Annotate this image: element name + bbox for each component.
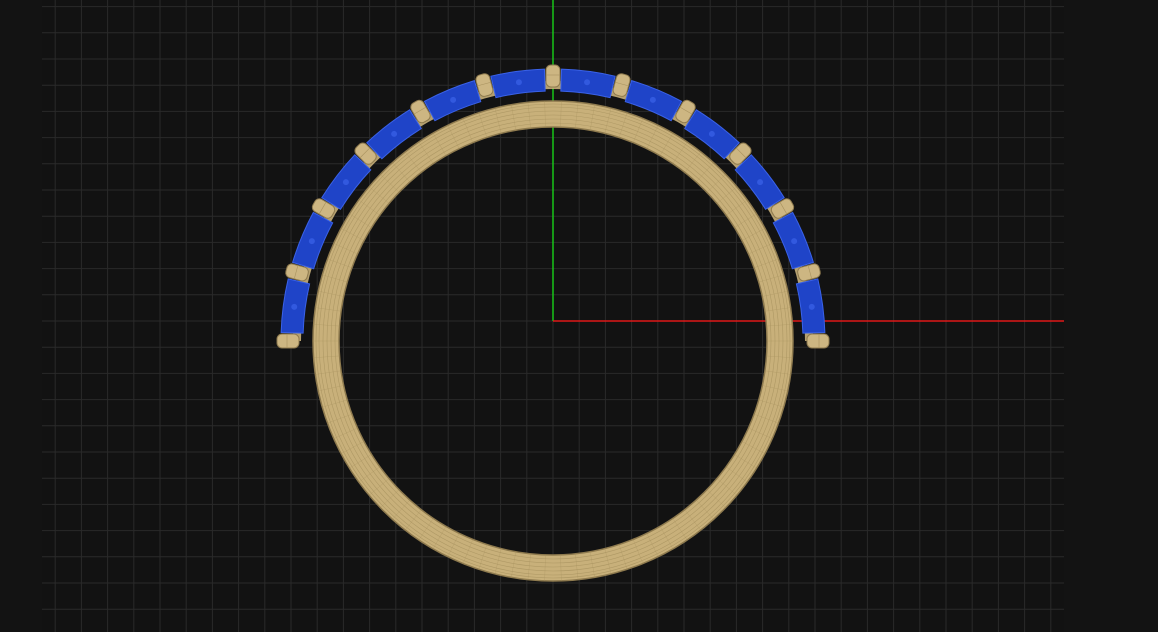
prong[interactable] — [545, 64, 561, 88]
gemstone-facet — [391, 130, 398, 137]
gemstone-facet — [649, 96, 656, 103]
gemstone-facet — [515, 79, 522, 86]
gemstone-facet — [791, 238, 798, 245]
prong-body — [276, 333, 300, 349]
gemstone-facet — [450, 96, 457, 103]
prong-body — [806, 333, 830, 349]
gemstone-facet — [757, 179, 764, 186]
gemstone-facet — [291, 303, 298, 310]
gemstone-facet — [808, 303, 815, 310]
gemstone-facet — [308, 238, 315, 245]
gemstone-facet — [342, 179, 349, 186]
gemstone-facet — [708, 130, 715, 137]
prong[interactable] — [806, 333, 830, 349]
gemstone-facet — [584, 79, 591, 86]
3d-viewport[interactable] — [0, 0, 1158, 632]
prong[interactable] — [276, 333, 300, 349]
prong-body — [545, 64, 561, 88]
scene-canvas[interactable] — [0, 0, 1158, 632]
